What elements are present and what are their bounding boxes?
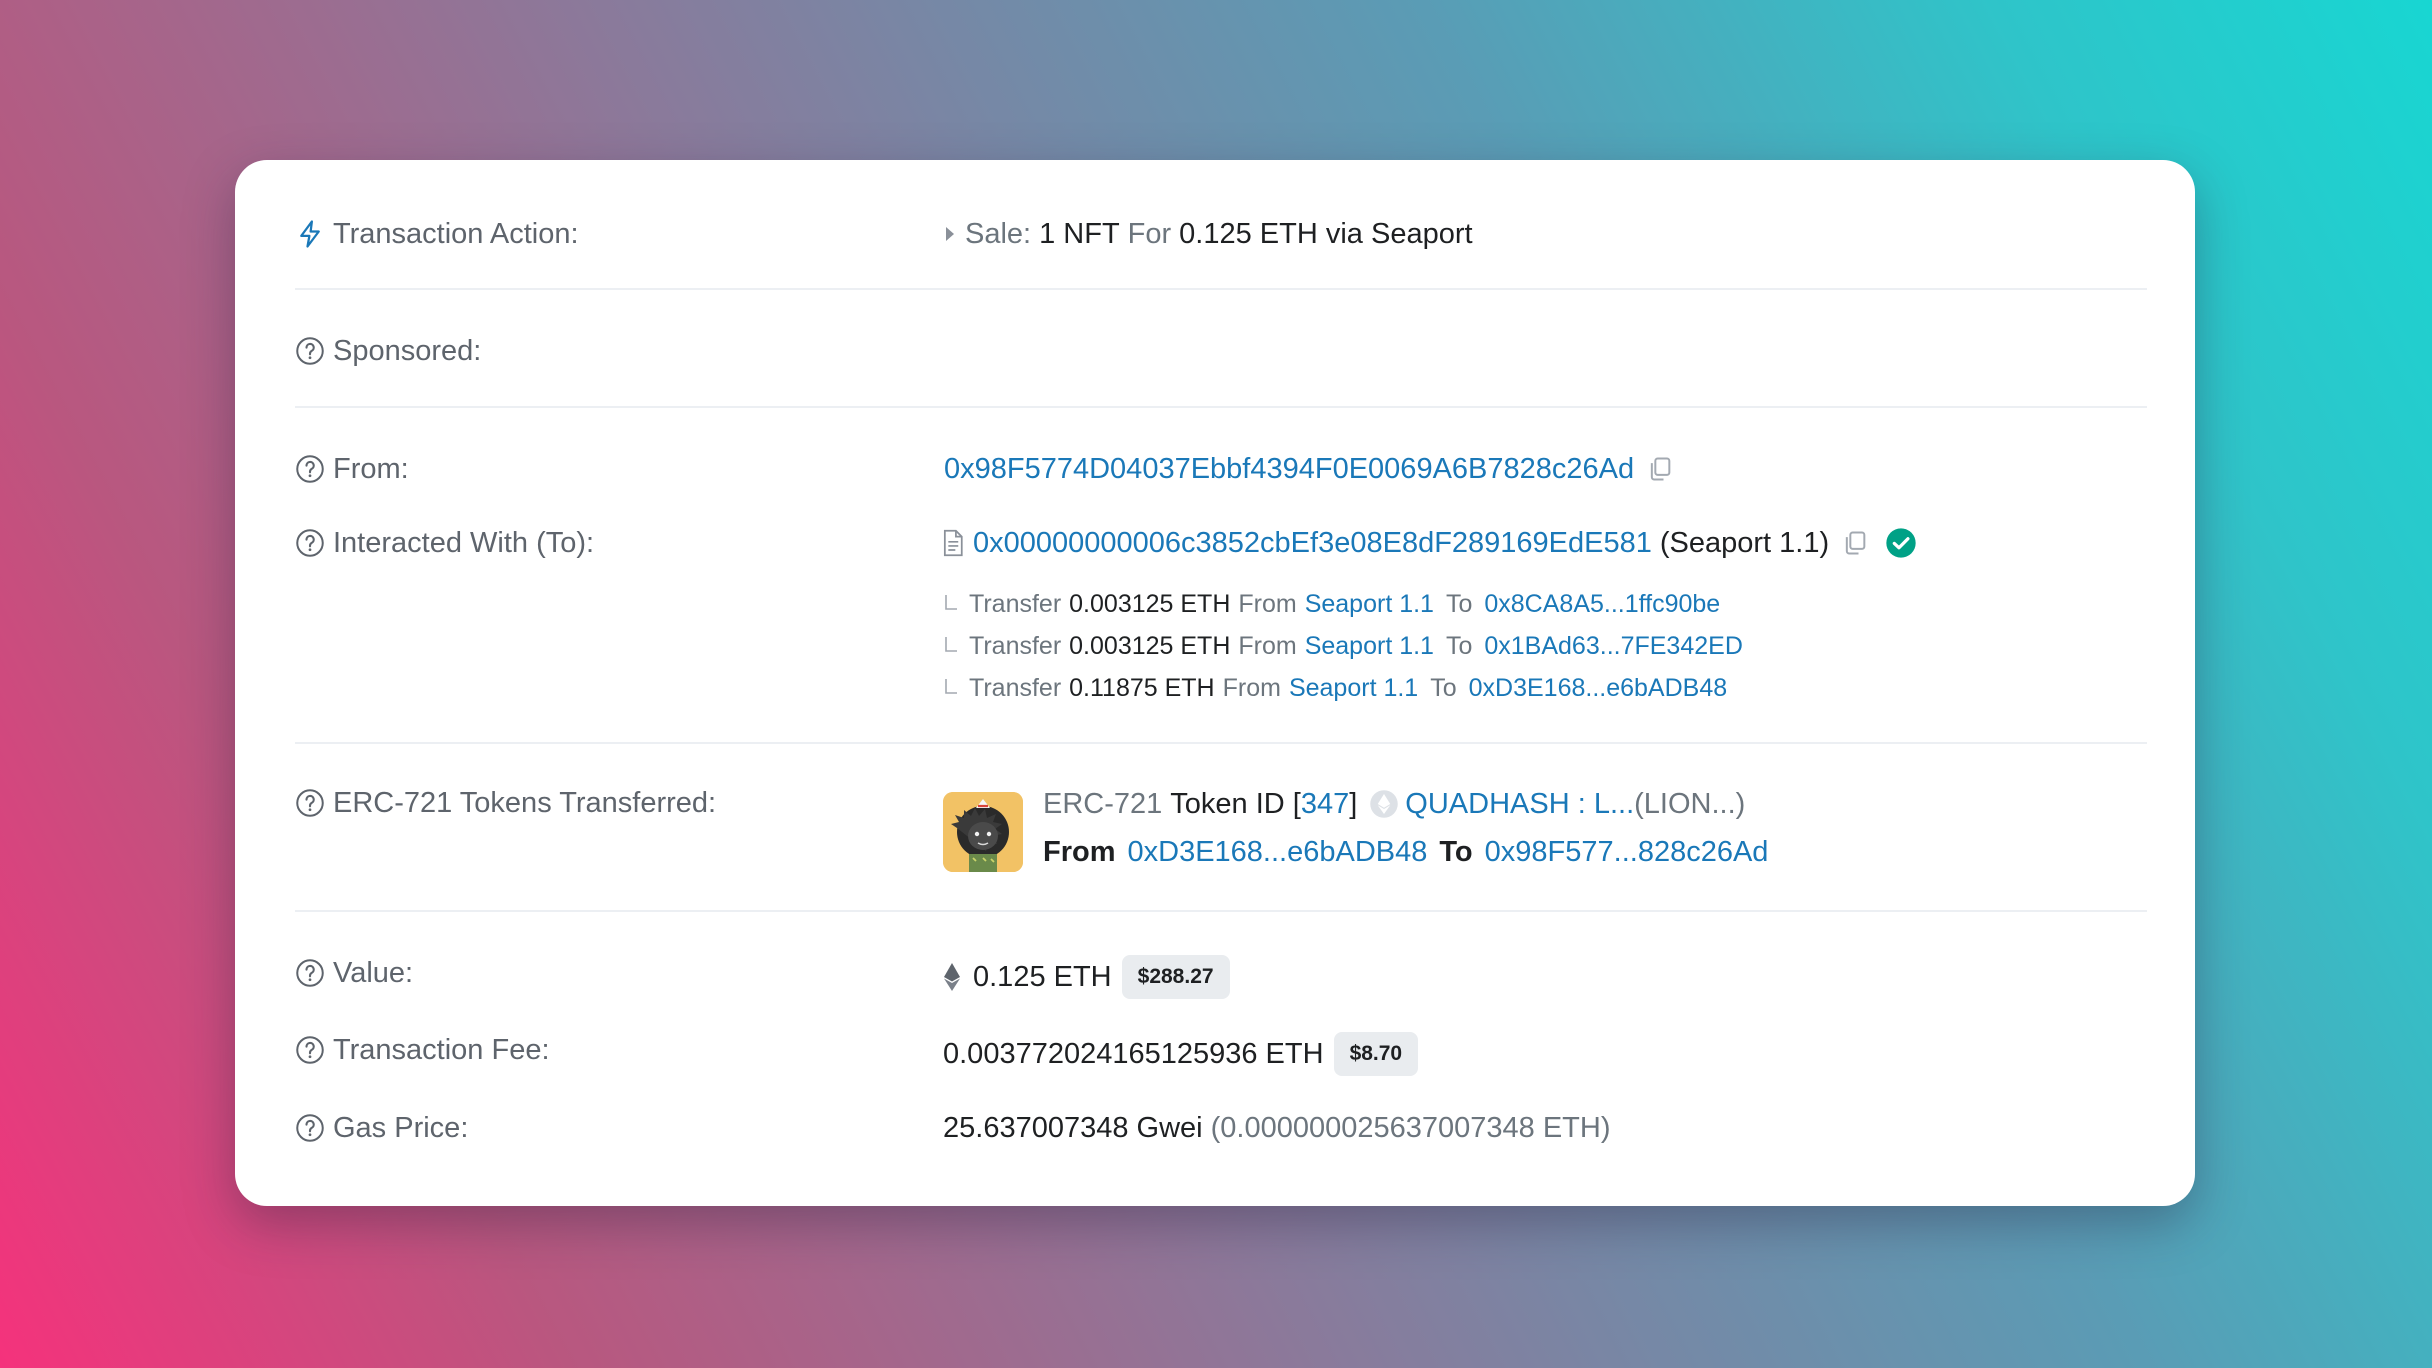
sale-amount: 1 NFT xyxy=(1039,218,1120,250)
transaction-action-label-row: Transaction Action: xyxy=(295,216,579,252)
transfer-from-word: From xyxy=(1222,674,1281,702)
from-value: 0x98F5774D04037Ebbf4394F0E0069A6B7828c26… xyxy=(944,451,1674,487)
contract-address-link[interactable]: 0x00000000006c3852cbEf3e08E8dF289169EdE5… xyxy=(973,525,1652,561)
erc721-to-word: To xyxy=(1439,836,1473,868)
collection-symbol: (LION...) xyxy=(1634,788,1746,820)
transfer-word: Transfer xyxy=(969,632,1062,660)
ethereum-icon xyxy=(944,963,960,991)
verified-check-icon xyxy=(1886,528,1916,558)
erc721-label-row: ERC-721 Tokens Transferred: xyxy=(295,785,716,821)
from-address-link[interactable]: 0x98F5774D04037Ebbf4394F0E0069A6B7828c26… xyxy=(944,451,1634,487)
question-circle-icon[interactable] xyxy=(295,958,325,988)
token-id-close: ] xyxy=(1349,788,1358,820)
interacted-with-value: 0x00000000006c3852cbEf3e08E8dF289169EdE5… xyxy=(941,525,1917,561)
transaction-details-card: Transaction Action: Sale: 1 NFT For 0.12… xyxy=(235,160,2195,1206)
transfer-from-word: From xyxy=(1238,590,1297,618)
token-id-label: Token ID [ xyxy=(1170,788,1301,820)
internal-transfer-row: Transfer 0.11875 ETH From Seaport 1.1 To… xyxy=(943,672,1727,704)
transfer-to-word: To xyxy=(1430,674,1457,702)
question-circle-icon[interactable] xyxy=(295,336,325,366)
transfer-from-link[interactable]: Seaport 1.1 xyxy=(1305,588,1434,620)
question-circle-icon[interactable] xyxy=(295,788,325,818)
fee-row: 0.003772024165125936 ETH $8.70 xyxy=(943,1032,1419,1076)
from-label: From: xyxy=(333,453,409,485)
transaction-action-value: Sale: 1 NFT For 0.125 ETH via Seaport xyxy=(943,216,1473,252)
question-circle-icon[interactable] xyxy=(295,454,325,484)
transfer-from-word: From xyxy=(1238,632,1297,660)
from-label-row: From: xyxy=(295,451,409,487)
transaction-action-label: Transaction Action: xyxy=(333,218,579,250)
gas-label: Gas Price: xyxy=(333,1112,469,1144)
divider xyxy=(295,288,2147,290)
sale-label: Sale: xyxy=(965,218,1032,250)
transfer-word: Transfer xyxy=(969,674,1062,702)
gas-eth: (0.000000025637007348 ETH) xyxy=(1210,1112,1611,1144)
transfer-amount: 0.003125 ETH xyxy=(1069,590,1231,618)
token-id-link[interactable]: 347 xyxy=(1301,786,1349,822)
value-label-row: Value: xyxy=(295,955,413,991)
gas-label-row: Gas Price: xyxy=(295,1110,468,1146)
erc721-to-link[interactable]: 0x98F577...828c26Ad xyxy=(1485,834,1769,870)
internal-transfer-row: Transfer 0.003125 ETH From Seaport 1.1 T… xyxy=(943,630,1743,662)
transfer-from-link[interactable]: Seaport 1.1 xyxy=(1289,672,1418,704)
bolt-icon xyxy=(300,220,320,248)
transfer-to-word: To xyxy=(1445,632,1473,660)
divider xyxy=(295,406,2147,408)
transfer-to-link[interactable]: 0xD3E168...e6bADB48 xyxy=(1469,672,1728,704)
transfer-to-link[interactable]: 0x8CA8A5...1ffc90be xyxy=(1484,588,1720,620)
fee-amount: 0.003772024165125936 ETH xyxy=(943,1038,1324,1070)
value-amount: 0.125 ETH xyxy=(973,961,1112,993)
erc721-transfer-line: From 0xD3E168...e6bADB48 To 0x98F577...8… xyxy=(1043,834,1768,870)
transfer-amount: 0.11875 ETH xyxy=(1069,674,1215,702)
sponsored-label: Sponsored: xyxy=(333,335,482,367)
transfer-amount: 0.003125 ETH xyxy=(1069,632,1231,660)
erc721-from-link[interactable]: 0xD3E168...e6bADB48 xyxy=(1128,834,1428,870)
token-standard: ERC-721 xyxy=(1043,788,1163,820)
divider xyxy=(295,910,2147,912)
nft-collection-icon xyxy=(1370,790,1399,818)
tree-branch-icon xyxy=(945,679,957,694)
nft-lion-image xyxy=(943,792,1023,872)
erc721-label: ERC-721 Tokens Transferred: xyxy=(333,787,717,819)
question-circle-icon[interactable] xyxy=(295,528,325,558)
interacted-with-label-row: Interacted With (To): xyxy=(295,525,594,561)
tree-branch-icon xyxy=(945,637,957,652)
value-row: 0.125 ETH $288.27 xyxy=(943,955,1230,999)
sponsored-label-row: Sponsored: xyxy=(295,333,481,369)
gas-amount: 25.637007348 Gwei xyxy=(943,1112,1203,1144)
transfer-from-link[interactable]: Seaport 1.1 xyxy=(1305,630,1434,662)
transfer-to-link[interactable]: 0x1BAd63...7FE342ED xyxy=(1484,630,1743,662)
divider xyxy=(295,742,2147,744)
interacted-with-label: Interacted With (To): xyxy=(333,527,595,559)
copy-icon[interactable] xyxy=(1841,529,1869,557)
fee-label: Transaction Fee: xyxy=(333,1034,550,1066)
nft-thumbnail[interactable] xyxy=(943,792,1023,872)
transfer-to-word: To xyxy=(1445,590,1473,618)
gas-row: 25.637007348 Gwei (0.000000025637007348 … xyxy=(943,1110,1610,1146)
fee-label-row: Transaction Fee: xyxy=(295,1032,550,1068)
value-label: Value: xyxy=(333,957,414,989)
contract-name: (Seaport 1.1) xyxy=(1659,527,1830,559)
internal-transfer-row: Transfer 0.003125 ETH From Seaport 1.1 T… xyxy=(943,588,1720,620)
collection-link[interactable]: QUADHASH : L... xyxy=(1405,786,1634,822)
question-circle-icon[interactable] xyxy=(295,1113,325,1143)
value-usd-badge: $288.27 xyxy=(1121,955,1230,999)
question-circle-icon[interactable] xyxy=(295,1035,325,1065)
erc721-from-word: From xyxy=(1043,836,1116,868)
sale-price: 0.125 ETH via Seaport xyxy=(1179,218,1473,250)
transfer-word: Transfer xyxy=(969,590,1062,618)
for-label: For xyxy=(1127,218,1172,250)
copy-icon[interactable] xyxy=(1646,455,1674,483)
fee-usd-badge: $8.70 xyxy=(1333,1032,1419,1076)
caret-right-icon[interactable] xyxy=(943,224,957,244)
tree-branch-icon xyxy=(945,595,957,610)
document-icon xyxy=(943,529,963,557)
erc721-token-line: ERC-721 Token ID [ 347 ] QUADHASH : L...… xyxy=(1043,786,1745,822)
